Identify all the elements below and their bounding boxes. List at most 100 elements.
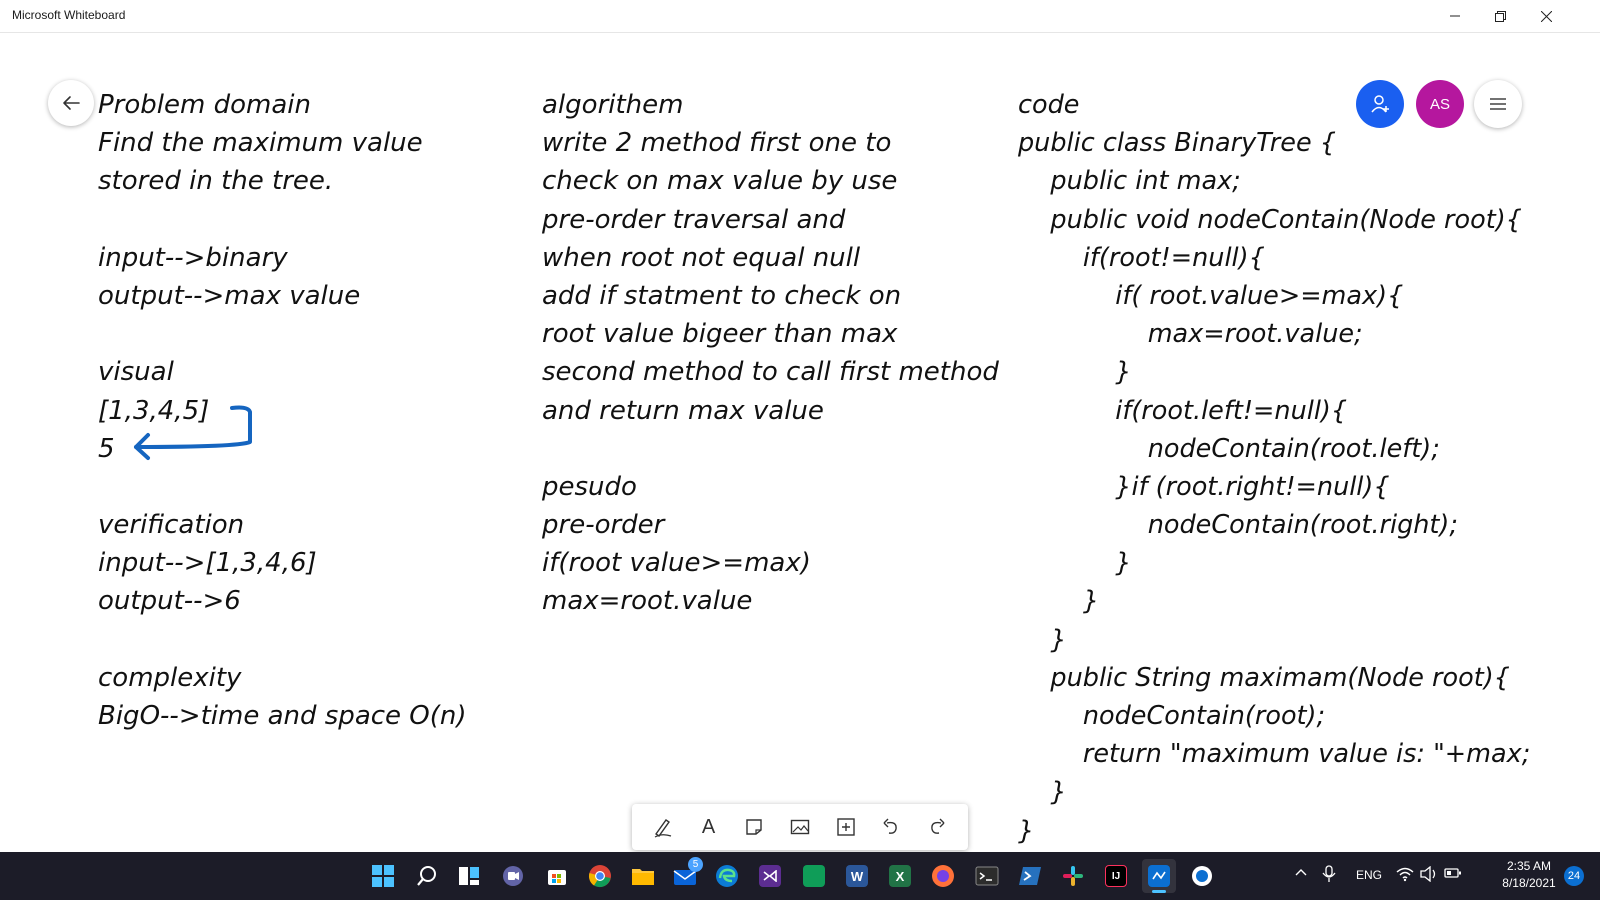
ink-line[interactable]: Problem domain — [98, 86, 467, 124]
pen-tool-button[interactable] — [645, 809, 681, 845]
menu-button[interactable] — [1474, 80, 1522, 128]
add-person-icon — [1371, 95, 1389, 113]
word-button[interactable]: W — [840, 859, 874, 893]
search-button[interactable] — [410, 859, 444, 893]
ink-line[interactable]: } — [1018, 621, 1530, 659]
text-tool-button[interactable]: A — [691, 809, 727, 845]
mail-button[interactable]: 5 — [668, 857, 703, 893]
ink-line[interactable]: check on max value by use — [542, 162, 999, 200]
store-icon — [548, 870, 566, 885]
invite-button[interactable] — [1356, 80, 1404, 128]
ink-line[interactable]: if(root value>=max) — [542, 544, 999, 582]
ink-line[interactable]: } — [1018, 544, 1530, 582]
undo-button[interactable] — [873, 809, 909, 845]
sheets-app-button[interactable] — [797, 859, 831, 893]
terminal-button[interactable] — [970, 859, 1004, 893]
ink-line[interactable]: public class BinaryTree { — [1018, 124, 1530, 162]
back-button[interactable] — [48, 80, 94, 126]
edge-button[interactable] — [710, 859, 744, 893]
ink-line[interactable] — [98, 315, 467, 353]
ink-line[interactable]: nodeContain(root); — [1018, 697, 1530, 735]
volume-button[interactable] — [1420, 865, 1438, 885]
ink-line[interactable]: add if statment to check on — [542, 277, 999, 315]
start-button[interactable] — [366, 859, 400, 893]
ink-line[interactable]: pre-order — [542, 506, 999, 544]
ink-line[interactable]: }if (root.right!=null){ — [1018, 468, 1530, 506]
ink-line[interactable]: pre-order traversal and — [542, 201, 999, 239]
ink-line[interactable]: } — [1018, 773, 1530, 811]
firefox-button[interactable] — [926, 859, 960, 893]
note-algorithm[interactable]: algorithem write 2 method first one to che… — [542, 86, 999, 621]
ink-arrow[interactable] — [128, 400, 263, 470]
ink-line[interactable]: max=root.value; — [1018, 315, 1530, 353]
redo-button[interactable] — [919, 809, 955, 845]
ink-line[interactable]: if(root!=null){ — [1018, 239, 1530, 277]
minimize-button[interactable] — [1432, 0, 1478, 32]
ink-line[interactable] — [98, 201, 467, 239]
note-code[interactable]: code public class BinaryTree { public int… — [1018, 86, 1530, 850]
ink-line[interactable]: and return max value — [542, 392, 999, 430]
ink-line[interactable]: max=root.value — [542, 582, 999, 620]
powershell-button[interactable] — [1013, 859, 1047, 893]
intellij-button[interactable]: IJ — [1099, 859, 1133, 893]
ink-line[interactable] — [542, 430, 999, 468]
ink-line[interactable]: write 2 method first one to — [542, 124, 999, 162]
battery-button[interactable] — [1444, 867, 1462, 882]
ink-line[interactable]: output-->max value — [98, 277, 467, 315]
ink-line[interactable]: return "maximum value is: "+max; — [1018, 735, 1530, 773]
ink-line[interactable]: visual — [98, 353, 467, 391]
ink-line[interactable]: public int max; — [1018, 162, 1530, 200]
ink-line[interactable]: Find the maximum value — [98, 124, 467, 162]
wifi-button[interactable] — [1396, 866, 1414, 885]
ink-line[interactable]: input-->[1,3,4,6] — [98, 544, 467, 582]
note-tool-button[interactable] — [736, 809, 772, 845]
ink-line[interactable]: } — [1018, 582, 1530, 620]
tray-overflow-button[interactable] — [1294, 866, 1308, 883]
ink-line[interactable]: } — [1018, 353, 1530, 391]
task-view-icon — [459, 867, 479, 885]
visual-studio-button[interactable] — [753, 859, 787, 893]
chrome-button[interactable] — [583, 859, 617, 893]
ink-line[interactable]: nodeContain(root.right); — [1018, 506, 1530, 544]
ink-line[interactable]: when root not equal null — [542, 239, 999, 277]
restore-button[interactable] — [1477, 0, 1523, 32]
ink-line[interactable]: public void nodeContain(Node root){ — [1018, 201, 1530, 239]
ink-line[interactable]: pesudo — [542, 468, 999, 506]
task-view-button[interactable] — [452, 859, 486, 893]
ink-line[interactable]: input-->binary — [98, 239, 467, 277]
ink-line[interactable]: public String maximam(Node root){ — [1018, 659, 1530, 697]
excel-button[interactable]: X — [883, 859, 917, 893]
avatar[interactable]: AS — [1416, 80, 1464, 128]
language-indicator[interactable]: ENG — [1356, 868, 1382, 882]
file-explorer-button[interactable] — [626, 859, 660, 893]
ink-line[interactable]: algorithem — [542, 86, 999, 124]
insert-tool-button[interactable] — [828, 809, 864, 845]
ink-line[interactable]: } — [1018, 812, 1530, 850]
active-indicator — [1152, 890, 1166, 893]
close-button[interactable] — [1523, 0, 1569, 32]
ink-line[interactable]: verification — [98, 506, 467, 544]
ink-line[interactable]: nodeContain(root.left); — [1018, 430, 1530, 468]
clock[interactable]: 2:35 AM 8/18/2021 — [1496, 858, 1562, 892]
ink-line[interactable]: if(root.left!=null){ — [1018, 392, 1530, 430]
notification-badge[interactable]: 24 — [1564, 866, 1584, 886]
hamburger-icon — [1490, 98, 1506, 110]
mail-badge: 5 — [688, 857, 703, 872]
whiteboard-taskbar-button[interactable] — [1142, 859, 1176, 893]
chat-button[interactable] — [496, 859, 530, 893]
slack-button[interactable] — [1056, 859, 1090, 893]
ink-line[interactable] — [98, 621, 467, 659]
ink-line[interactable]: stored in the tree. — [98, 162, 467, 200]
microphone-button[interactable] — [1322, 865, 1336, 886]
ink-line[interactable]: if( root.value>=max){ — [1018, 277, 1530, 315]
close-icon — [1540, 10, 1552, 22]
ink-line[interactable]: second method to call first method — [542, 353, 999, 391]
image-tool-button[interactable] — [782, 809, 818, 845]
ink-line[interactable]: output-->6 — [98, 582, 467, 620]
ink-line[interactable] — [98, 468, 467, 506]
ink-line[interactable]: root value bigeer than max — [542, 315, 999, 353]
whiteboard-ink-button[interactable] — [1185, 859, 1219, 893]
ink-line[interactable]: complexity — [98, 659, 467, 697]
microsoft-store-button[interactable] — [540, 859, 574, 893]
ink-line[interactable]: BigO-->time and space O(n) — [98, 697, 467, 735]
